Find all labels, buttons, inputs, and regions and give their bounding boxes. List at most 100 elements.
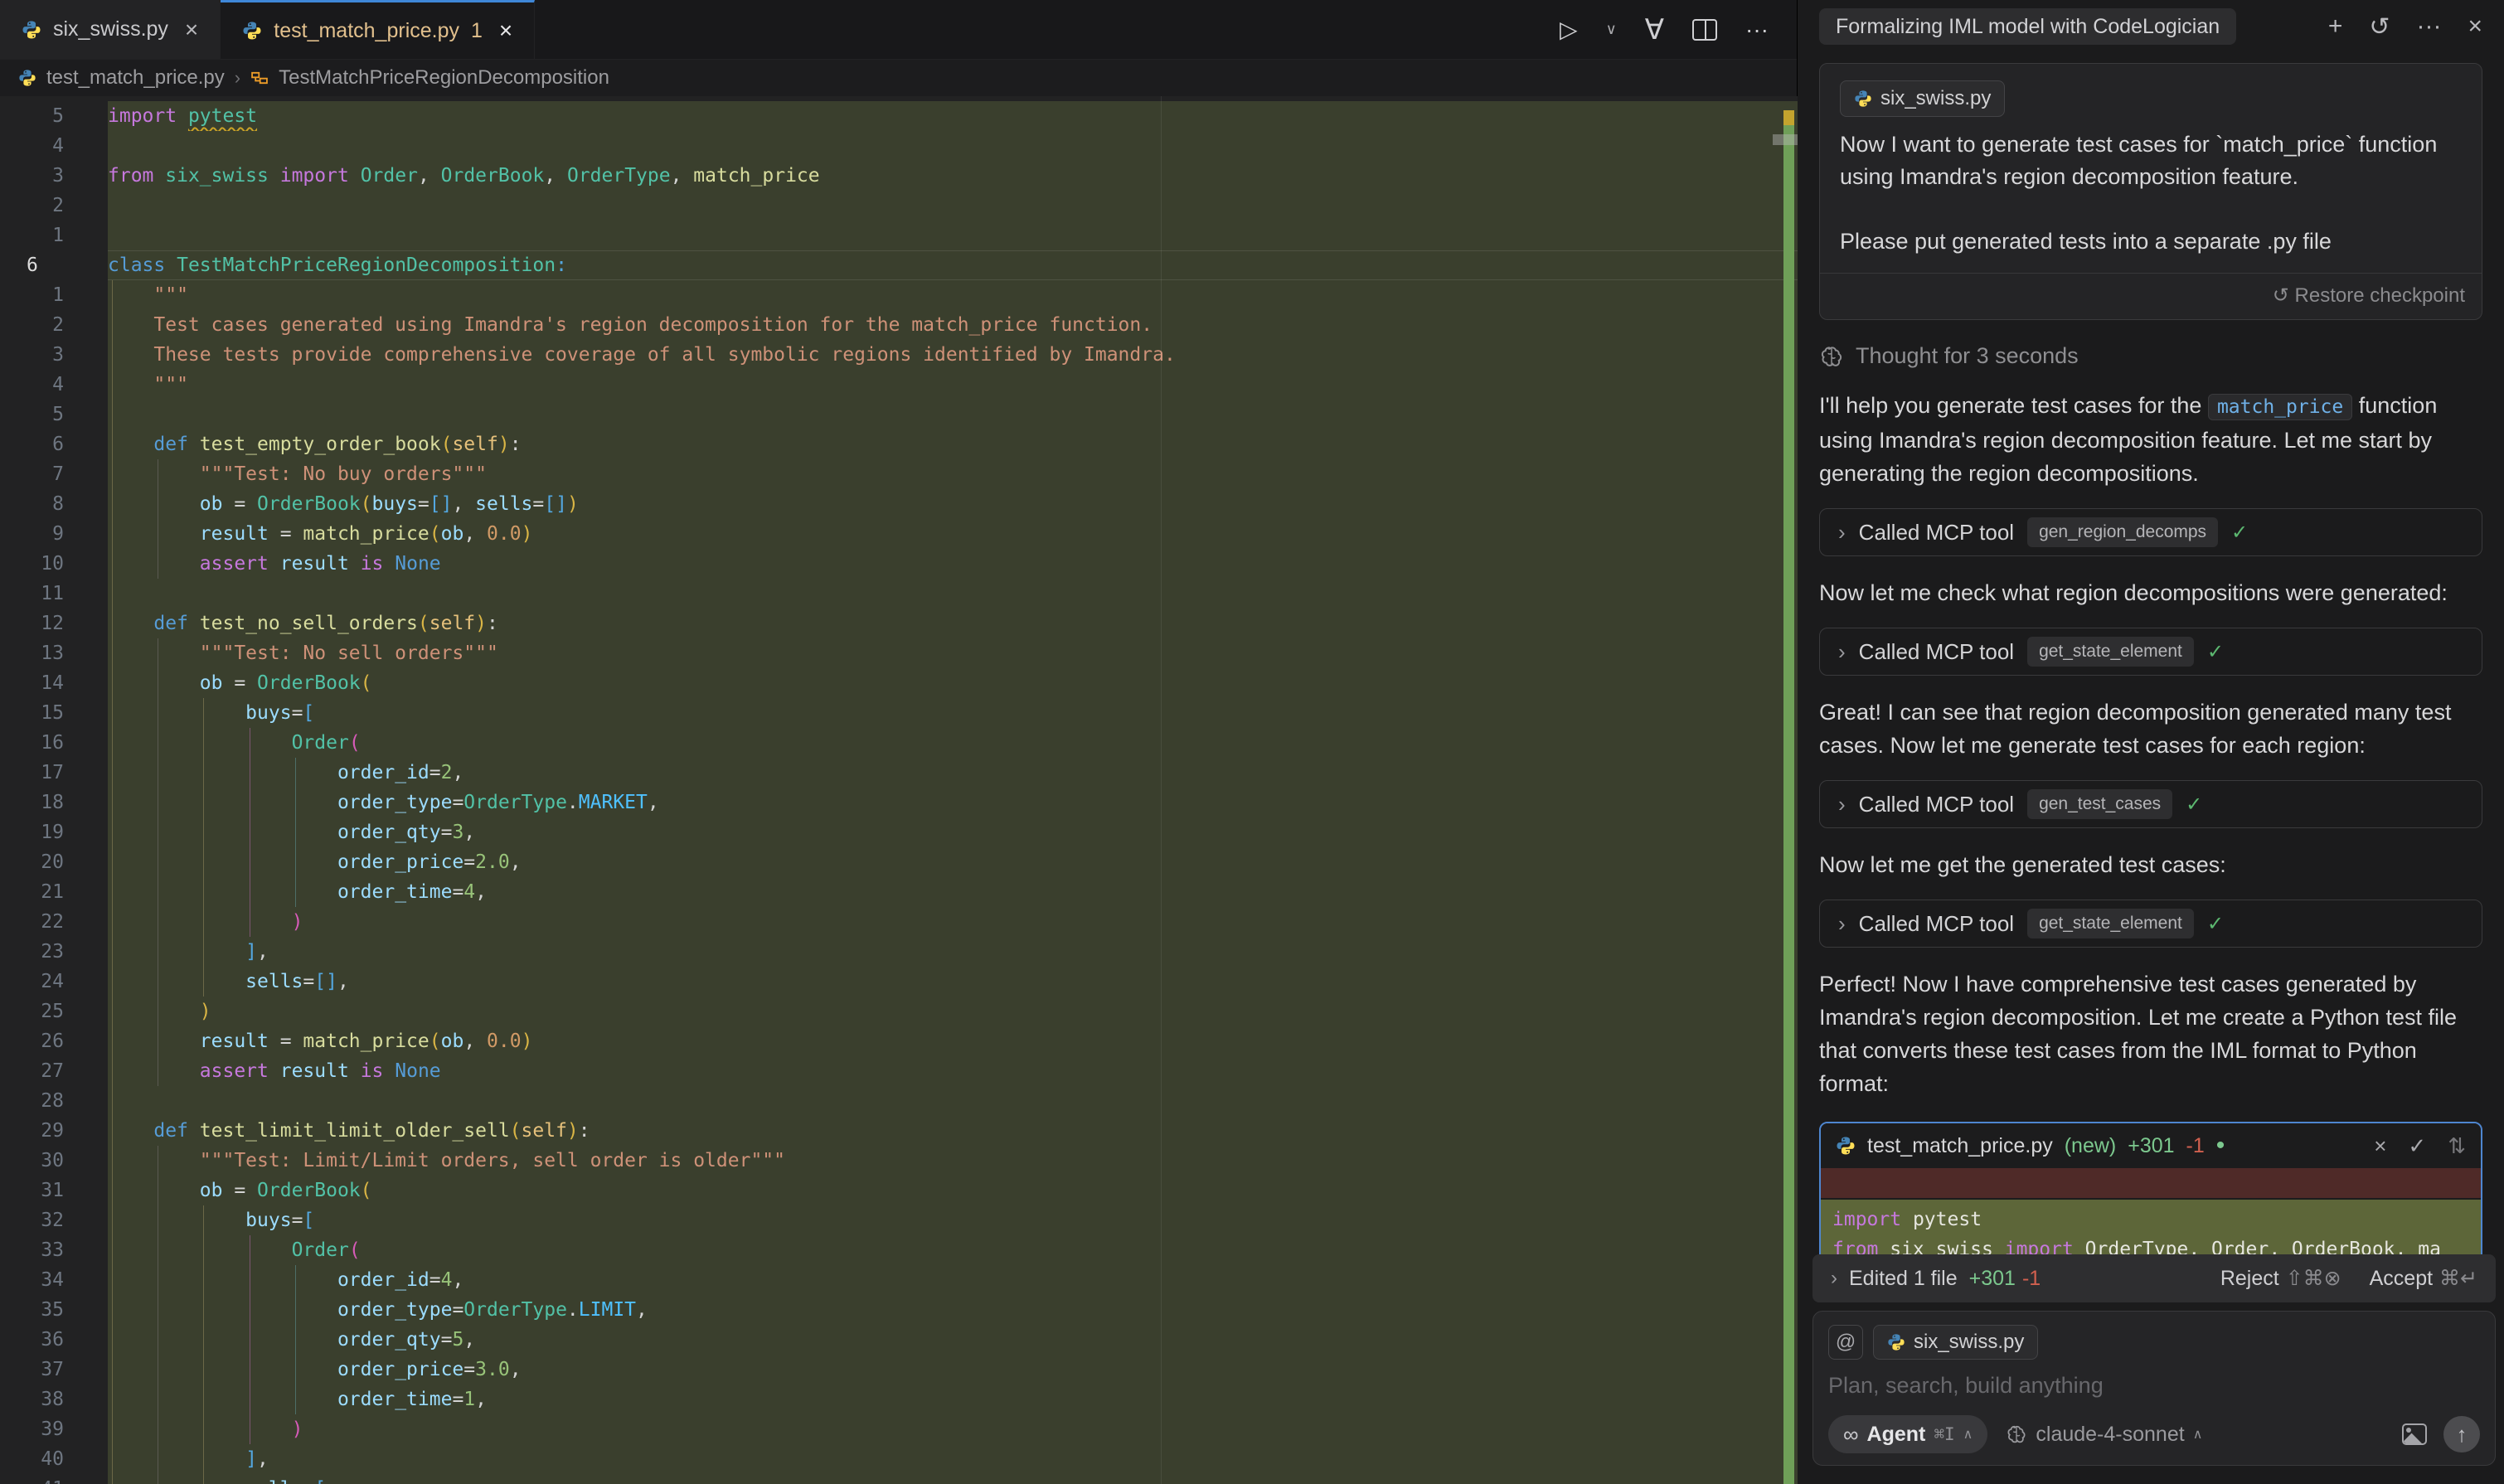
code-line[interactable]: 21 order_time=4, bbox=[0, 877, 1798, 907]
code-line[interactable]: 20 order_price=2.0, bbox=[0, 847, 1798, 877]
chat-conversation[interactable]: six_swiss.py Now I want to generate test… bbox=[1798, 53, 2504, 1277]
breadcrumb-symbol[interactable]: TestMatchPriceRegionDecomposition bbox=[279, 66, 609, 90]
code-line[interactable]: 22 ) bbox=[0, 907, 1798, 937]
code-line[interactable]: 24 sells=[], bbox=[0, 967, 1798, 997]
attach-image-icon[interactable] bbox=[2402, 1423, 2427, 1445]
code-line[interactable]: 26 result = match_price(ob, 0.0) bbox=[0, 1026, 1798, 1056]
code-line[interactable]: 13 """Test: No sell orders""" bbox=[0, 638, 1798, 668]
model-selector[interactable]: claude-4-sonnet ∧ bbox=[2006, 1423, 2202, 1447]
close-icon[interactable]: × bbox=[185, 17, 198, 43]
code-line[interactable]: 18 order_type=OrderType.MARKET, bbox=[0, 788, 1798, 817]
overview-ruler[interactable] bbox=[1769, 96, 1798, 1484]
code-line[interactable]: 14 ob = OrderBook( bbox=[0, 668, 1798, 698]
code-line[interactable]: 9 result = match_price(ob, 0.0) bbox=[0, 519, 1798, 549]
code-line[interactable]: 2 Test cases generated using Imandra's r… bbox=[0, 310, 1798, 340]
code-line[interactable]: 38 order_time=1, bbox=[0, 1385, 1798, 1414]
code-line[interactable]: 34 order_id=4, bbox=[0, 1265, 1798, 1295]
code-line[interactable]: 32 buys=[ bbox=[0, 1205, 1798, 1235]
code-line[interactable]: 3 These tests provide comprehensive cove… bbox=[0, 340, 1798, 370]
breadcrumb-file[interactable]: test_match_price.py bbox=[46, 66, 225, 90]
code-line[interactable]: 5import pytest bbox=[0, 101, 1798, 131]
mcp-tool-call-card[interactable]: › Called MCP tool gen_test_cases ✓ bbox=[1819, 780, 2482, 828]
mcp-tool-call-card[interactable]: › Called MCP tool gen_region_decomps ✓ bbox=[1819, 508, 2482, 556]
python-icon bbox=[1887, 1333, 1905, 1351]
chat-bottom-dock: › Edited 1 file +301 -1 Reject⇧⌘⊗ Accept… bbox=[1812, 1254, 2496, 1466]
code-line[interactable]: 4 bbox=[0, 131, 1798, 161]
tab-test-match-price[interactable]: test_match_price.py 1 × bbox=[221, 0, 535, 59]
close-icon[interactable]: × bbox=[2468, 12, 2482, 41]
accept-all-button[interactable]: Accept⌘↵ bbox=[2370, 1266, 2477, 1291]
add-context-button[interactable]: @ bbox=[1828, 1325, 1863, 1360]
chat-header: Formalizing IML model with CodeLogician … bbox=[1798, 0, 2504, 53]
code-line[interactable]: 2 bbox=[0, 191, 1798, 221]
mcp-tool-call-card[interactable]: › Called MCP tool get_state_element ✓ bbox=[1819, 900, 2482, 948]
code-line[interactable]: 1 bbox=[0, 221, 1798, 250]
chat-title-tab[interactable]: Formalizing IML model with CodeLogician bbox=[1819, 8, 2236, 45]
mcp-tool-call-card[interactable]: › Called MCP tool get_state_element ✓ bbox=[1819, 628, 2482, 676]
code-line[interactable]: 33 Order( bbox=[0, 1235, 1798, 1265]
close-icon[interactable]: × bbox=[499, 17, 512, 44]
forall-icon[interactable]: ∀ bbox=[1645, 13, 1664, 46]
code-line[interactable]: 19 order_qty=3, bbox=[0, 817, 1798, 847]
chat-header-icons: + ↺ ··· × bbox=[2328, 12, 2482, 41]
code-line[interactable]: 3from six_swiss import Order, OrderBook,… bbox=[0, 161, 1798, 191]
history-icon[interactable]: ↺ bbox=[2369, 12, 2390, 41]
expand-chevron-icon[interactable]: › bbox=[1831, 1267, 1837, 1290]
tool-name-chip: get_state_element bbox=[2027, 909, 2194, 938]
reject-diff-icon[interactable]: × bbox=[2374, 1133, 2386, 1159]
code-line[interactable]: 6 def test_empty_order_book(self): bbox=[0, 429, 1798, 459]
reject-all-button[interactable]: Reject⇧⌘⊗ bbox=[2220, 1266, 2341, 1291]
code-line[interactable]: 1 """ bbox=[0, 280, 1798, 310]
agent-mode-selector[interactable]: ∞ Agent ⌘I ∧ bbox=[1828, 1415, 1987, 1453]
new-chat-icon[interactable]: + bbox=[2328, 12, 2343, 41]
code-line[interactable]: 5 bbox=[0, 400, 1798, 429]
code-line[interactable]: 37 order_price=3.0, bbox=[0, 1355, 1798, 1385]
scrollbar-thumb[interactable] bbox=[1773, 134, 1798, 145]
code-line[interactable]: 27 assert result is None bbox=[0, 1056, 1798, 1086]
code-line[interactable]: 11 bbox=[0, 579, 1798, 609]
code-line[interactable]: 30 """Test: Limit/Limit orders, sell ord… bbox=[0, 1146, 1798, 1176]
chat-input-box[interactable]: @ six_swiss.py Plan, search, build anyth… bbox=[1812, 1311, 2496, 1466]
edited-files-label[interactable]: Edited 1 file bbox=[1849, 1267, 1958, 1291]
chat-input-placeholder[interactable]: Plan, search, build anything bbox=[1828, 1373, 2480, 1399]
code-line[interactable]: 25 ) bbox=[0, 997, 1798, 1026]
code-line[interactable]: 17 order_id=2, bbox=[0, 758, 1798, 788]
code-line[interactable]: 31 ob = OrderBook( bbox=[0, 1176, 1798, 1205]
code-line[interactable]: 41 sells=[ bbox=[0, 1474, 1798, 1484]
code-line[interactable]: 40 ], bbox=[0, 1444, 1798, 1474]
code-line[interactable]: 15 buys=[ bbox=[0, 698, 1798, 728]
code-line[interactable]: 23 ], bbox=[0, 937, 1798, 967]
more-icon[interactable]: ··· bbox=[2416, 12, 2441, 41]
code-line[interactable]: 28 bbox=[0, 1086, 1798, 1116]
more-actions-icon[interactable]: ··· bbox=[1745, 17, 1769, 43]
restore-checkpoint-button[interactable]: ↺ Restore checkpoint bbox=[1820, 273, 2482, 319]
code-line[interactable]: 10 assert result is None bbox=[0, 549, 1798, 579]
code-line[interactable]: 6class TestMatchPriceRegionDecomposition… bbox=[0, 250, 1798, 280]
check-icon: ✓ bbox=[2231, 521, 2248, 545]
attached-file-chip[interactable]: six_swiss.py bbox=[1840, 80, 2005, 117]
accept-diff-icon[interactable]: ✓ bbox=[2408, 1133, 2426, 1159]
code-editor[interactable]: 5import pytest43from six_swiss import Or… bbox=[0, 96, 1798, 1484]
tab-six-swiss[interactable]: six_swiss.py × bbox=[0, 0, 221, 59]
code-line[interactable]: 35 order_type=OrderType.LIMIT, bbox=[0, 1295, 1798, 1325]
thought-duration-row[interactable]: Thought for 3 seconds bbox=[1819, 343, 2482, 369]
thought-label: Thought for 3 seconds bbox=[1856, 343, 2079, 369]
code-line[interactable]: 7 """Test: No buy orders""" bbox=[0, 459, 1798, 489]
code-line[interactable]: 4 """ bbox=[0, 370, 1798, 400]
code-line[interactable]: 8 ob = OrderBook(buys=[], sells=[]) bbox=[0, 489, 1798, 519]
diff-file-name[interactable]: test_match_price.py bbox=[1867, 1134, 2053, 1158]
restore-icon: ↺ bbox=[2273, 284, 2289, 307]
expand-diff-icon[interactable]: ⇅ bbox=[2448, 1133, 2466, 1159]
tab-label: test_match_price.py bbox=[274, 19, 459, 43]
code-line[interactable]: 16 Order( bbox=[0, 728, 1798, 758]
run-icon[interactable]: ▷ bbox=[1560, 16, 1578, 43]
context-file-chip[interactable]: six_swiss.py bbox=[1873, 1325, 2038, 1360]
code-line[interactable]: 12 def test_no_sell_orders(self): bbox=[0, 609, 1798, 638]
generated-file-diff-card[interactable]: test_match_price.py (new) +301 -1 • × ✓ … bbox=[1819, 1122, 2482, 1277]
split-editor-icon[interactable] bbox=[1692, 19, 1717, 41]
send-button[interactable]: ↑ bbox=[2443, 1416, 2480, 1452]
run-dropdown-chevron-icon[interactable]: ∨ bbox=[1606, 21, 1617, 38]
code-line[interactable]: 29 def test_limit_limit_older_sell(self)… bbox=[0, 1116, 1798, 1146]
code-line[interactable]: 39 ) bbox=[0, 1414, 1798, 1444]
code-line[interactable]: 36 order_qty=5, bbox=[0, 1325, 1798, 1355]
